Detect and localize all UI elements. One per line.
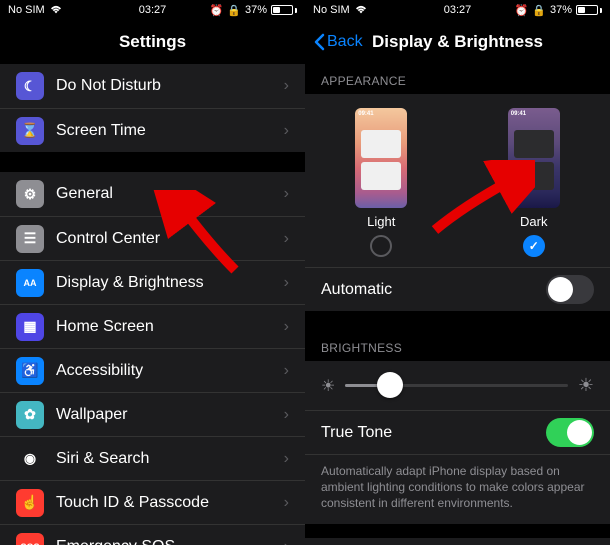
settings-row[interactable]: ♿ Accessibility›: [0, 348, 305, 392]
back-button[interactable]: Back: [313, 33, 363, 51]
chevron-right-icon: ›: [284, 494, 289, 512]
chevron-right-icon: ›: [284, 538, 289, 545]
settings-row[interactable]: ⌛ Screen Time›: [0, 108, 305, 152]
settings-row[interactable]: ▦ Home Screen›: [0, 304, 305, 348]
row-label: Display & Brightness: [56, 274, 289, 292]
dark-label: Dark: [520, 214, 547, 229]
chevron-right-icon: ›: [284, 450, 289, 468]
true-tone-row: True Tone: [305, 410, 610, 454]
row-icon: ◉: [16, 445, 44, 473]
chevron-left-icon: [313, 33, 325, 51]
slider-knob[interactable]: [377, 372, 403, 398]
automatic-toggle[interactable]: [546, 275, 594, 304]
row-label: Accessibility: [56, 362, 289, 380]
battery-icon: [271, 5, 297, 15]
settings-row[interactable]: ☰ Control Center›: [0, 216, 305, 260]
chevron-right-icon: ›: [284, 230, 289, 248]
check-icon: ✓: [529, 239, 539, 253]
settings-row[interactable]: ⚙ General›: [0, 172, 305, 216]
chevron-right-icon: ›: [284, 122, 289, 140]
row-label: Siri & Search: [56, 450, 289, 468]
row-label: Touch ID & Passcode: [56, 494, 289, 512]
display-content[interactable]: APPEARANCE 09:41 Light 09:41 Dark ✓ Auto: [305, 64, 610, 545]
appearance-picker: 09:41 Light 09:41 Dark ✓: [305, 94, 610, 267]
settings-row[interactable]: ✿ Wallpaper›: [0, 392, 305, 436]
row-icon: ▦: [16, 313, 44, 341]
back-label: Back: [327, 33, 363, 51]
battery-icon: [576, 5, 602, 15]
appearance-option-light[interactable]: 09:41 Light: [355, 108, 407, 257]
settings-screen: No SIM 03:27 ⏰ 🔒 37% Settings ☾ Do Not Di…: [0, 0, 305, 545]
true-tone-description: Automatically adapt iPhone display based…: [305, 454, 610, 524]
settings-row[interactable]: SOS Emergency SOS›: [0, 524, 305, 545]
status-bar: No SIM 03:27 ⏰ 🔒 37%: [0, 0, 305, 20]
light-label: Light: [367, 214, 395, 229]
battery-pct: 37%: [550, 4, 572, 16]
row-icon: ☝: [16, 489, 44, 517]
light-radio[interactable]: [370, 235, 392, 257]
settings-row[interactable]: ◉ Siri & Search›: [0, 436, 305, 480]
brightness-slider[interactable]: [345, 384, 568, 387]
dark-radio[interactable]: ✓: [523, 235, 545, 257]
clock: 03:27: [139, 4, 167, 16]
row-label: Emergency SOS: [56, 538, 289, 545]
automatic-row: Automatic: [305, 267, 610, 311]
settings-list[interactable]: ☾Do Not Disturb›⌛Screen Time›⚙General›☰C…: [0, 64, 305, 545]
row-label: General: [56, 185, 289, 203]
page-title: Settings: [119, 32, 186, 52]
nav-bar: Back Display & Brightness: [305, 20, 610, 64]
carrier-label: No SIM: [8, 4, 45, 16]
alarm-icon: ⏰: [515, 4, 529, 17]
battery-pct: 37%: [245, 4, 267, 16]
row-label: Screen Time: [56, 122, 289, 140]
light-preview: 09:41: [355, 108, 407, 208]
row-icon: ♿: [16, 357, 44, 385]
settings-row[interactable]: AA Display & Brightness›: [0, 260, 305, 304]
page-title: Display & Brightness: [372, 32, 543, 52]
row-icon: ✿: [16, 401, 44, 429]
dark-preview: 09:41: [508, 108, 560, 208]
alarm-icon: ⏰: [210, 4, 224, 17]
section-header-appearance: APPEARANCE: [305, 64, 610, 94]
row-icon: ⌛: [16, 117, 44, 145]
row-label: Control Center: [56, 230, 289, 248]
row-label: Wallpaper: [56, 406, 289, 424]
brightness-slider-row: ☀ ☀: [305, 361, 610, 410]
sun-max-icon: ☀: [578, 375, 594, 396]
clock: 03:27: [444, 4, 472, 16]
row-icon: ☰: [16, 225, 44, 253]
wifi-icon: [354, 5, 368, 15]
night-shift-row[interactable]: Night Shift Off ›: [305, 538, 610, 545]
status-bar: No SIM 03:27 ⏰ 🔒 37%: [305, 0, 610, 20]
chevron-right-icon: ›: [284, 318, 289, 336]
row-label: Do Not Disturb: [56, 77, 289, 95]
lock-icon: 🔒: [532, 4, 546, 17]
row-icon: ⚙: [16, 180, 44, 208]
display-brightness-screen: No SIM 03:27 ⏰ 🔒 37% Back Display & Brig…: [305, 0, 610, 545]
chevron-right-icon: ›: [284, 185, 289, 203]
chevron-right-icon: ›: [284, 362, 289, 380]
row-icon: SOS: [16, 533, 44, 545]
appearance-option-dark[interactable]: 09:41 Dark ✓: [508, 108, 560, 257]
chevron-right-icon: ›: [284, 77, 289, 95]
row-label: Home Screen: [56, 318, 289, 336]
lock-icon: 🔒: [227, 4, 241, 17]
row-icon: AA: [16, 269, 44, 297]
row-icon: ☾: [16, 72, 44, 100]
chevron-right-icon: ›: [284, 274, 289, 292]
sun-min-icon: ☀: [321, 376, 335, 396]
settings-row[interactable]: ☾ Do Not Disturb›: [0, 64, 305, 108]
section-header-brightness: BRIGHTNESS: [305, 331, 610, 361]
chevron-right-icon: ›: [284, 406, 289, 424]
true-tone-toggle[interactable]: [546, 418, 594, 447]
carrier-label: No SIM: [313, 4, 350, 16]
nav-bar: Settings: [0, 20, 305, 64]
wifi-icon: [49, 5, 63, 15]
settings-row[interactable]: ☝ Touch ID & Passcode›: [0, 480, 305, 524]
